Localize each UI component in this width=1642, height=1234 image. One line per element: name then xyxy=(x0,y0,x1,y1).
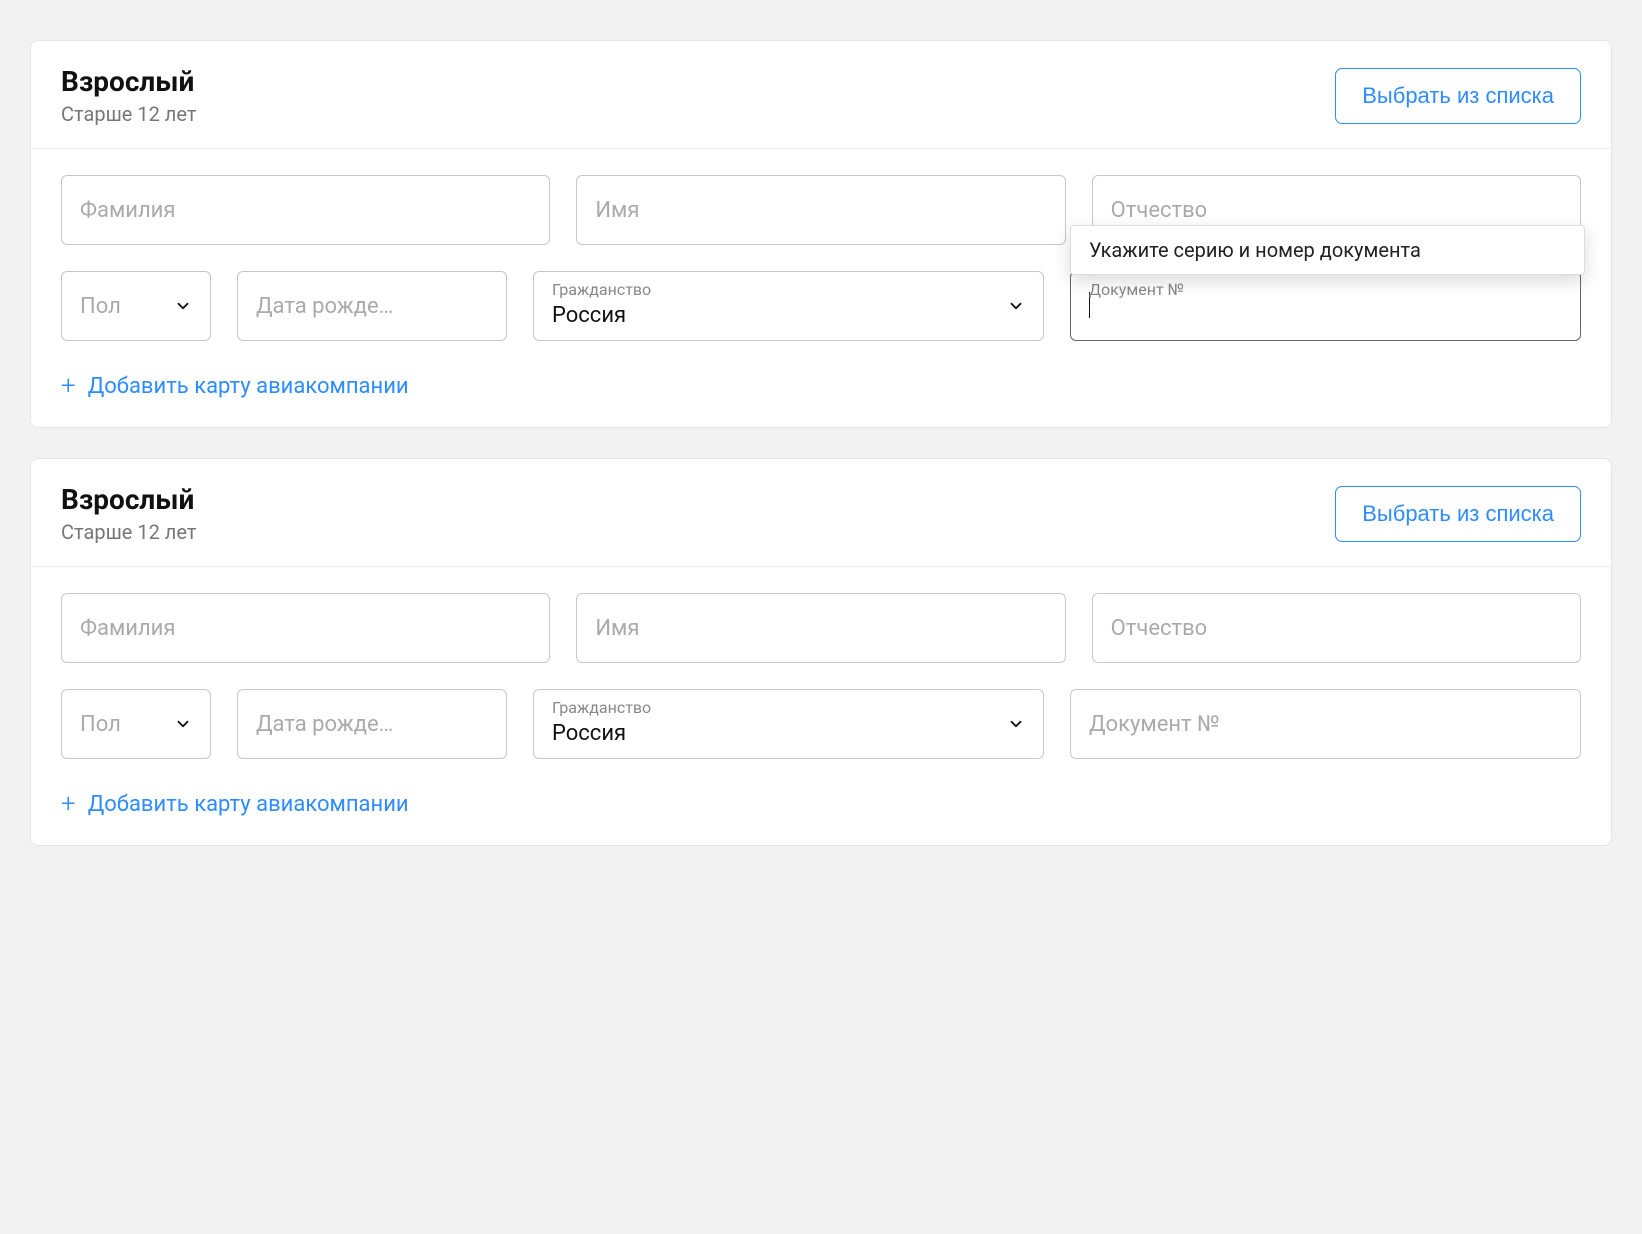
card-title-block: Взрослый Старше 12 лет xyxy=(61,65,196,126)
gender-placeholder: Пол xyxy=(80,712,121,737)
passenger-card: Взрослый Старше 12 лет Выбрать из списка… xyxy=(30,40,1612,428)
card-body: Фамилия Имя Отчество Пол xyxy=(31,567,1611,845)
dob-field[interactable]: Дата рожде… xyxy=(237,689,507,759)
plus-icon: + xyxy=(61,373,76,399)
citizenship-value: Россия xyxy=(552,721,626,746)
details-row: Пол Дата рожде… Гражданство Россия xyxy=(61,689,1581,759)
gender-select[interactable]: Пол xyxy=(61,271,211,341)
lastname-field[interactable]: Фамилия xyxy=(61,593,550,663)
dob-placeholder: Дата рожде… xyxy=(256,294,393,319)
card-body: Фамилия Имя Отчество Пол xyxy=(31,149,1611,427)
document-tooltip: Укажите серию и номер документа xyxy=(1070,225,1585,275)
select-from-list-button[interactable]: Выбрать из списка xyxy=(1335,486,1581,542)
firstname-field[interactable]: Имя xyxy=(576,175,1065,245)
middlename-field[interactable]: Отчество xyxy=(1092,593,1581,663)
passenger-subtitle: Старше 12 лет xyxy=(61,520,196,544)
passenger-title: Взрослый xyxy=(61,483,196,516)
gender-select[interactable]: Пол xyxy=(61,689,211,759)
chevron-down-icon xyxy=(1007,715,1025,733)
citizenship-select[interactable]: Гражданство Россия xyxy=(533,689,1044,759)
middlename-placeholder: Отчество xyxy=(1111,616,1208,641)
plus-icon: + xyxy=(61,791,76,817)
citizenship-value: Россия xyxy=(552,303,626,328)
add-airline-card-link[interactable]: + Добавить карту авиакомпании xyxy=(61,367,409,399)
name-row: Фамилия Имя Отчество xyxy=(61,593,1581,663)
citizenship-select[interactable]: Гражданство Россия xyxy=(533,271,1044,341)
document-number-field[interactable]: Документ № xyxy=(1070,689,1581,759)
gender-placeholder: Пол xyxy=(80,294,121,319)
dob-placeholder: Дата рожде… xyxy=(256,712,393,737)
lastname-field[interactable]: Фамилия xyxy=(61,175,550,245)
firstname-placeholder: Имя xyxy=(595,198,639,223)
firstname-placeholder: Имя xyxy=(595,616,639,641)
add-airline-card-label: Добавить карту авиакомпании xyxy=(88,374,409,399)
citizenship-label: Гражданство xyxy=(552,280,651,299)
dob-field[interactable]: Дата рожде… xyxy=(237,271,507,341)
card-title-block: Взрослый Старше 12 лет xyxy=(61,483,196,544)
document-placeholder: Документ № xyxy=(1089,712,1220,737)
chevron-down-icon xyxy=(174,297,192,315)
document-number-field[interactable]: Укажите серию и номер документа Документ… xyxy=(1070,271,1581,341)
passenger-title: Взрослый xyxy=(61,65,196,98)
firstname-field[interactable]: Имя xyxy=(576,593,1065,663)
lastname-placeholder: Фамилия xyxy=(80,616,175,641)
add-airline-card-link[interactable]: + Добавить карту авиакомпании xyxy=(61,785,409,817)
card-header: Взрослый Старше 12 лет Выбрать из списка xyxy=(31,41,1611,149)
card-header: Взрослый Старше 12 лет Выбрать из списка xyxy=(31,459,1611,567)
add-airline-card-label: Добавить карту авиакомпании xyxy=(88,792,409,817)
select-from-list-button[interactable]: Выбрать из списка xyxy=(1335,68,1581,124)
chevron-down-icon xyxy=(1007,297,1025,315)
passenger-subtitle: Старше 12 лет xyxy=(61,102,196,126)
document-label: Документ № xyxy=(1089,280,1184,299)
citizenship-label: Гражданство xyxy=(552,698,651,717)
lastname-placeholder: Фамилия xyxy=(80,198,175,223)
details-row: Пол Дата рожде… Гражданство Россия xyxy=(61,271,1581,341)
middlename-placeholder: Отчество xyxy=(1111,198,1208,223)
chevron-down-icon xyxy=(174,715,192,733)
passenger-card: Взрослый Старше 12 лет Выбрать из списка… xyxy=(30,458,1612,846)
